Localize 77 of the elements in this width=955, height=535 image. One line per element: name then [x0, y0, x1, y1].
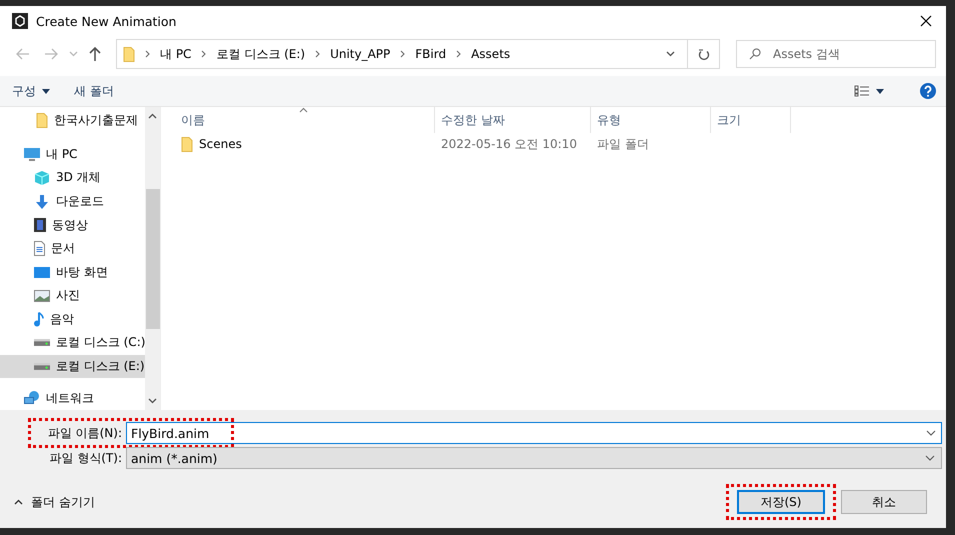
close-icon — [920, 15, 932, 27]
breadcrumb[interactable]: 로컬 디스크 (E:) — [216, 46, 306, 62]
view-options-button[interactable] — [854, 85, 884, 97]
computer-icon — [24, 148, 40, 161]
monitor-icon — [34, 266, 50, 278]
left-arrow-icon — [16, 48, 30, 60]
file-name-cell[interactable]: Scenes — [175, 133, 435, 155]
file-name-field[interactable]: FlyBird.anim — [126, 422, 942, 444]
scrollbar[interactable] — [145, 107, 160, 410]
sidebar-item[interactable]: 동영상 — [0, 213, 146, 237]
breadcrumb[interactable]: FBird — [415, 47, 446, 61]
column-header[interactable]: 크기 — [711, 107, 791, 133]
picture-icon — [34, 290, 50, 302]
caret-icon — [42, 88, 50, 94]
caret-icon — [925, 455, 935, 461]
sidebar-item[interactable]: 다운로드 — [0, 190, 146, 214]
chevron-icon — [315, 50, 320, 58]
sidebar-item[interactable]: 한국사기출문제 — [0, 109, 146, 133]
network-icon — [24, 390, 40, 406]
file-name-label: 파일 이름(N): — [46, 424, 123, 442]
sort-caret-icon — [299, 107, 308, 113]
sidebar-item[interactable]: 네트워크 — [0, 386, 146, 410]
date-cell-text: 2022-05-16 오전 10:10 — [440, 136, 578, 152]
scroll-down-icon — [148, 398, 158, 404]
down-arrow-icon — [34, 194, 50, 210]
sidebar-item[interactable]: 3D 개체 — [0, 166, 146, 190]
sidebar-item[interactable]: 사진 — [0, 284, 146, 308]
folder-icon — [36, 113, 48, 128]
new-folder-button[interactable]: 새 폴더 — [74, 82, 114, 100]
type-cell-text: 파일 폴더 — [596, 136, 650, 152]
breadcrumb[interactable]: Assets — [471, 47, 510, 61]
chevron-icon — [456, 50, 462, 58]
breadcrumb[interactable]: Unity_APP — [330, 47, 390, 61]
cancel-button[interactable]: 취소 — [841, 490, 927, 514]
sidebar-item[interactable]: 문서 — [0, 236, 146, 260]
help-icon — [920, 83, 936, 99]
sidebar-item[interactable]: 로컬 디스크 (C:) — [0, 331, 146, 355]
caret-icon — [926, 430, 936, 436]
save-button[interactable]: 저장(S) — [737, 490, 825, 514]
help-button[interactable] — [920, 83, 936, 99]
unity-logo-icon — [12, 13, 28, 29]
chevron-icon — [145, 50, 150, 58]
details-view-icon — [854, 85, 870, 97]
column-header[interactable]: 유형 — [591, 107, 711, 133]
sidebar-item[interactable]: 바탕 화면 — [0, 260, 146, 284]
music-note-icon — [34, 312, 44, 327]
sidebar-item[interactable]: 내 PC — [0, 142, 146, 166]
address-bar[interactable]: 내 PC 로컬 디스크 (E:) Unity_APP FBird Assets — [116, 39, 720, 69]
search-field[interactable]: Assets 검색 — [736, 40, 936, 68]
search-icon — [749, 48, 761, 60]
up-arrow-icon — [89, 47, 101, 61]
folder-icon — [181, 136, 193, 152]
film-icon — [34, 218, 46, 232]
caret-icon — [68, 51, 78, 57]
caret-icon — [14, 499, 23, 505]
right-arrow-icon — [44, 48, 58, 60]
file-type-dropdown[interactable]: anim (*.anim) — [126, 447, 942, 469]
column-header[interactable]: 이름 — [175, 107, 435, 133]
breadcrumb[interactable]: 내 PC — [160, 46, 192, 62]
sidebar-item[interactable]: 음악 — [0, 308, 146, 332]
drive-icon — [34, 363, 50, 370]
window-title: Create New Animation — [36, 14, 178, 28]
chevron-icon — [400, 50, 406, 58]
organize-menu-button[interactable]: 구성 — [12, 82, 50, 100]
caret-icon — [876, 88, 884, 94]
drive-icon — [34, 339, 50, 346]
caret-icon — [666, 51, 675, 57]
document-icon — [34, 241, 45, 256]
file-type-label: 파일 형식(T): — [48, 450, 123, 466]
hide-folders-button[interactable]: 폴더 숨기기 — [14, 494, 95, 510]
sidebar-item[interactable]: 로컬 디스크 (E:) — [0, 354, 146, 378]
refresh-icon — [698, 48, 710, 60]
column-header[interactable]: 수정한 날짜 — [435, 107, 591, 133]
scroll-up-icon — [148, 113, 158, 119]
cube-icon — [34, 170, 50, 186]
chevron-icon — [201, 50, 206, 58]
folder-icon — [123, 46, 135, 62]
